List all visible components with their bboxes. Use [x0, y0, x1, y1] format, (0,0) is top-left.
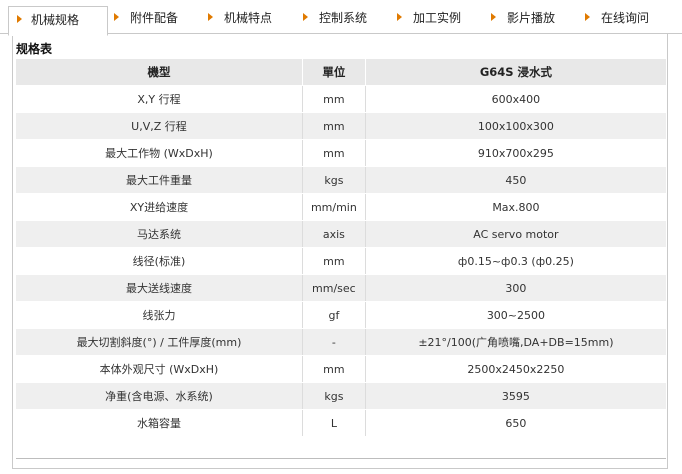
- spec-unit: mm: [302, 247, 366, 275]
- table-row: 线张力 gf 300~2500: [16, 301, 666, 329]
- spec-unit: mm/sec: [302, 274, 366, 302]
- arrow-right-icon: [17, 15, 22, 23]
- arrow-right-icon: [208, 13, 213, 21]
- spec-value: AC servo motor: [365, 220, 666, 248]
- tab-label: 机械特点: [224, 11, 273, 25]
- table-row: 最大送线速度 mm/sec 300: [16, 274, 666, 302]
- tab-control-system[interactable]: 控制系统: [303, 9, 393, 31]
- spec-name: 最大工件重量: [16, 166, 303, 194]
- spec-unit: axis: [302, 220, 366, 248]
- spec-unit: mm: [302, 139, 366, 167]
- tab-label: 在线询问: [601, 11, 650, 25]
- arrow-right-icon: [491, 13, 496, 21]
- tab-label: 附件配备: [130, 11, 179, 25]
- spec-value: ф0.15~ф0.3 (ф0.25): [365, 247, 666, 275]
- arrow-right-icon: [303, 13, 308, 21]
- tab-label: 控制系统: [319, 11, 368, 25]
- spec-name: XY进给速度: [16, 193, 303, 221]
- arrow-right-icon: [585, 13, 590, 21]
- spec-unit: mm: [302, 85, 366, 113]
- spec-unit: gf: [302, 301, 366, 329]
- table-row: XY进给速度 mm/min Max.800: [16, 193, 666, 221]
- tab-label: 机械规格: [31, 13, 80, 27]
- spec-unit: mm/min: [302, 193, 366, 221]
- spec-panel: 规格表 機型 單位 G64S 浸水式 X,Y 行程 mm 600x400 U,V…: [12, 33, 668, 469]
- spec-unit: kgs: [302, 382, 366, 410]
- table-header-row: 機型 單位 G64S 浸水式: [16, 59, 666, 86]
- spec-value: 300: [365, 274, 666, 302]
- tab-machining-examples[interactable]: 加工实例: [397, 9, 487, 31]
- tab-bar: 机械规格 附件配备 机械特点 控制系统 加工实例 影片播放 在线询问: [0, 0, 682, 36]
- tab-online-inquiry[interactable]: 在线询问: [585, 9, 675, 31]
- spec-name: X,Y 行程: [16, 85, 303, 113]
- spec-name: 线径(标准): [16, 247, 303, 275]
- spec-unit: L: [302, 409, 366, 437]
- spec-value: 3595: [365, 382, 666, 410]
- spec-value: Max.800: [365, 193, 666, 221]
- spec-value: ±21°/100(广角喷嘴,DA+DB=15mm): [365, 328, 666, 356]
- column-header-unit: 單位: [302, 59, 366, 86]
- spec-table-title: 规格表: [16, 42, 53, 56]
- tab-accessories[interactable]: 附件配备: [114, 9, 204, 31]
- spec-name: 净重(含电源、水系统): [16, 382, 303, 410]
- tab-label: 加工实例: [413, 11, 462, 25]
- arrow-right-icon: [114, 13, 119, 21]
- spec-value: 300~2500: [365, 301, 666, 329]
- table-bottom-divider: [16, 458, 666, 459]
- spec-unit: -: [302, 328, 366, 356]
- table-row: 最大切割斜度(°) / 工件厚度(mm) - ±21°/100(广角喷嘴,DA+…: [16, 328, 666, 356]
- column-header-g64s: G64S 浸水式: [365, 59, 666, 86]
- table-row: X,Y 行程 mm 600x400: [16, 85, 666, 113]
- table-row: 本体外观尺寸 (WxDxH) mm 2500x2450x2250: [16, 355, 666, 383]
- spec-name: U,V,Z 行程: [16, 112, 303, 140]
- table-row: 线径(标准) mm ф0.15~ф0.3 (ф0.25): [16, 247, 666, 275]
- table-row: U,V,Z 行程 mm 100x100x300: [16, 112, 666, 140]
- spec-name: 线张力: [16, 301, 303, 329]
- spec-value: 100x100x300: [365, 112, 666, 140]
- table-row: 最大工件重量 kgs 450: [16, 166, 666, 194]
- column-header-model: 機型: [16, 59, 303, 86]
- tab-label: 影片播放: [507, 11, 556, 25]
- spec-name: 水箱容量: [16, 409, 303, 437]
- spec-value: 650: [365, 409, 666, 437]
- spec-value: 450: [365, 166, 666, 194]
- spec-name: 马达系统: [16, 220, 303, 248]
- spec-value: 600x400: [365, 85, 666, 113]
- spec-value: 2500x2450x2250: [365, 355, 666, 383]
- spec-name: 最大工作物 (WxDxH): [16, 139, 303, 167]
- spec-unit: mm: [302, 112, 366, 140]
- table-row: 马达系统 axis AC servo motor: [16, 220, 666, 248]
- tab-machine-specs[interactable]: 机械规格: [8, 6, 108, 36]
- spec-name: 本体外观尺寸 (WxDxH): [16, 355, 303, 383]
- spec-unit: mm: [302, 355, 366, 383]
- spec-name: 最大切割斜度(°) / 工件厚度(mm): [16, 328, 303, 356]
- tab-machine-features[interactable]: 机械特点: [208, 9, 298, 31]
- spec-name: 最大送线速度: [16, 274, 303, 302]
- table-row: 最大工作物 (WxDxH) mm 910x700x295: [16, 139, 666, 167]
- spec-table: 機型 單位 G64S 浸水式 X,Y 行程 mm 600x400 U,V,Z 行…: [16, 59, 666, 437]
- spec-value: 910x700x295: [365, 139, 666, 167]
- table-row: 水箱容量 L 650: [16, 409, 666, 437]
- table-row: 净重(含电源、水系统) kgs 3595: [16, 382, 666, 410]
- arrow-right-icon: [397, 13, 402, 21]
- spec-unit: kgs: [302, 166, 366, 194]
- tab-video[interactable]: 影片播放: [491, 9, 581, 31]
